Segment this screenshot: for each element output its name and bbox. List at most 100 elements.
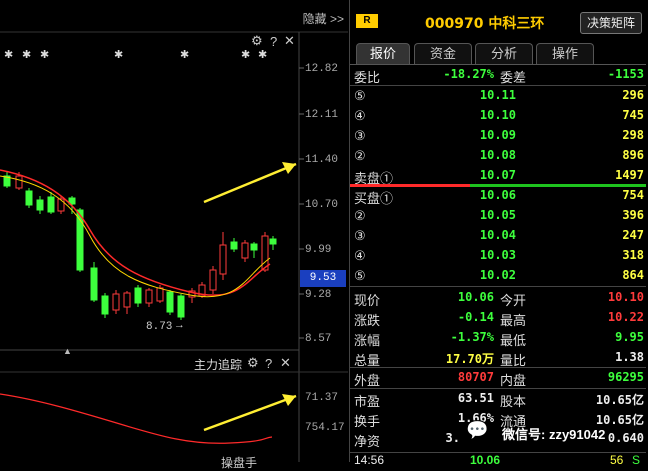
candle-body xyxy=(25,190,33,206)
order-volume: 318 xyxy=(622,248,644,262)
tab-funds[interactable]: 资金 xyxy=(414,43,472,64)
candle-body xyxy=(145,289,153,304)
sub-chart-title: 主力追踪 xyxy=(194,358,243,372)
order-level-label: ④ xyxy=(354,108,366,123)
quote-value: 10.22 xyxy=(607,310,644,324)
y-tick: 10.70 xyxy=(305,199,339,211)
candle-body xyxy=(123,292,131,308)
help-icon[interactable]: ? xyxy=(265,356,272,371)
quote-label: 股本 xyxy=(500,394,527,409)
y-tick: 8.57 xyxy=(305,333,332,345)
stock-title: 000970 中科三环 xyxy=(425,16,545,32)
close-icon[interactable]: ✕ xyxy=(284,33,295,49)
quote-value: -0.14 xyxy=(457,310,494,324)
order-volume: 396 xyxy=(622,208,644,222)
event-marker-icon[interactable]: ✱ xyxy=(22,48,31,61)
quote-value: 9.95 xyxy=(615,330,644,344)
quote-label: 最低 xyxy=(500,333,527,348)
sub-y-tick: 754.17 xyxy=(305,422,345,434)
diff-label: 委差 xyxy=(500,70,527,85)
order-volume: 745 xyxy=(622,108,644,122)
quote-value: 80707 xyxy=(457,370,494,384)
commission-row: 委比 -18.27% 委差 -1153 xyxy=(350,65,646,85)
sell-order-row[interactable]: ③ 10.09 298 xyxy=(350,126,646,146)
wechat-icon: 💬 xyxy=(466,420,489,440)
candle-body xyxy=(269,238,277,245)
quote-row: 外盘 80707 内盘 96295 xyxy=(350,368,646,388)
quote-label: 净资 xyxy=(354,434,381,449)
candle-body xyxy=(219,244,227,275)
gear-icon[interactable]: ⚙ xyxy=(247,355,259,371)
order-volume: 896 xyxy=(622,148,644,162)
quote-label: 今开 xyxy=(500,293,527,308)
order-volume: 296 xyxy=(622,88,644,102)
kline-panel: 隐藏 >> ✱ ✱ ✱ ✱ ✱ ✱ ✱ ⚙ ? ✕ 12.82 12.11 11… xyxy=(0,0,348,470)
y-tick: 12.82 xyxy=(305,63,339,75)
buy-order-row[interactable]: ⑤ 10.02 864 xyxy=(350,266,646,286)
candle-body xyxy=(177,295,185,318)
tab-analysis[interactable]: 分析 xyxy=(475,43,533,64)
candle-body xyxy=(250,243,258,251)
order-price: 10.09 xyxy=(479,128,516,142)
buy-order-row[interactable]: ④ 10.03 318 xyxy=(350,246,646,266)
event-marker-icon[interactable]: ✱ xyxy=(258,48,267,61)
current-price-badge: 9.53 xyxy=(300,270,346,287)
low-price-label: 8.73 xyxy=(146,321,173,333)
order-level-label: ⑤ xyxy=(354,88,366,103)
order-price: 10.02 xyxy=(479,268,516,282)
order-volume: 298 xyxy=(622,128,644,142)
quote-row: 涨跌 -0.14 最高 10.22 xyxy=(350,308,646,328)
order-level-label: ⑤ xyxy=(354,268,366,283)
help-icon[interactable]: ? xyxy=(270,34,277,49)
divider xyxy=(350,367,646,368)
candle-body xyxy=(112,293,120,311)
margin-badge: R xyxy=(356,14,378,28)
order-level-label: ③ xyxy=(354,228,366,243)
quote-value: 96295 xyxy=(607,370,644,384)
scroll-up-icon[interactable]: ▲ xyxy=(63,346,72,356)
quote-label: 涨幅 xyxy=(354,333,381,348)
buy-order-row[interactable]: ③ 10.04 247 xyxy=(350,226,646,246)
candle-body xyxy=(57,198,65,212)
candle-body xyxy=(166,291,174,313)
quote-value: 10.06 xyxy=(457,290,494,304)
kline-chart xyxy=(0,31,348,462)
close-icon[interactable]: ✕ xyxy=(280,355,291,371)
event-marker-icon[interactable]: ✱ xyxy=(241,48,250,61)
candle-body xyxy=(230,241,238,250)
tick-volume: 56 xyxy=(610,453,624,465)
order-price: 10.05 xyxy=(479,208,516,222)
quote-value: 3. xyxy=(445,431,460,445)
sell-order-row[interactable]: ② 10.08 896 xyxy=(350,146,646,166)
order-volume: 864 xyxy=(622,268,644,282)
tab-quote[interactable]: 报价 xyxy=(356,43,410,64)
decision-matrix-button[interactable]: 决策矩阵 xyxy=(580,12,642,34)
gear-icon[interactable]: ⚙ xyxy=(251,33,263,49)
order-level-label: ④ xyxy=(354,248,366,263)
event-marker-icon[interactable]: ✱ xyxy=(114,48,123,61)
hide-button[interactable]: 隐藏 >> xyxy=(303,10,344,27)
sub-y-tick: 71.37 xyxy=(305,392,339,404)
tick-price: 10.06 xyxy=(470,453,501,465)
quote-label: 外盘 xyxy=(354,373,381,388)
sell-order-row[interactable]: 卖盘① 10.07 1497 xyxy=(350,166,646,186)
sell-order-row[interactable]: ④ 10.10 745 xyxy=(350,106,646,126)
quote-value: 17.70万 xyxy=(445,352,494,366)
order-volume: 754 xyxy=(622,188,644,202)
event-marker-icon[interactable]: ✱ xyxy=(180,48,189,61)
quote-value: -1.37% xyxy=(450,330,494,344)
event-marker-icon[interactable]: ✱ xyxy=(4,48,13,61)
buy-order-row[interactable]: ② 10.05 396 xyxy=(350,206,646,226)
candle-body xyxy=(90,267,98,301)
sell-order-row[interactable]: ⑤ 10.11 296 xyxy=(350,86,646,106)
order-price: 10.04 xyxy=(479,228,516,242)
candle-body xyxy=(241,242,249,259)
tab-operation[interactable]: 操作 xyxy=(536,43,594,64)
order-price: 10.08 xyxy=(479,148,516,162)
tick-time: 14:56 xyxy=(354,453,385,465)
divider xyxy=(350,286,646,287)
buy-order-row[interactable]: 买盘① 10.06 754 xyxy=(350,186,646,206)
order-level-label: 买盘① xyxy=(354,191,394,206)
event-marker-icon[interactable]: ✱ xyxy=(40,48,49,61)
order-level-label: ② xyxy=(354,148,366,163)
